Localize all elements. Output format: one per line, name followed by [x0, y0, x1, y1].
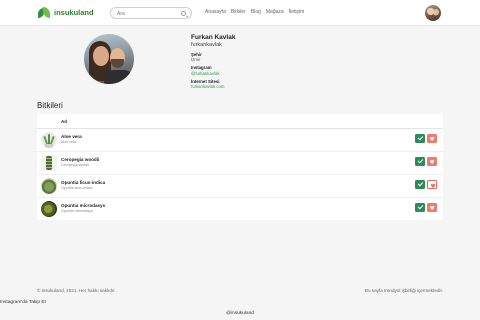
profile-photo	[84, 34, 134, 84]
instagram-handle[interactable]: @insukuland	[0, 311, 480, 316]
search-box	[110, 7, 192, 19]
plant-name[interactable]: Opuntia microdasys	[61, 203, 105, 208]
footer-note: Bu sayfa trendyol işbirliği içermektedir…	[364, 288, 443, 293]
main-nav: Anasayfa Bitkiler Blog Mağaza İletişim	[205, 9, 304, 15]
owned-check-button[interactable]	[415, 180, 425, 189]
plant-thumbnail	[41, 132, 57, 148]
heart-icon	[430, 206, 434, 210]
owned-check-button[interactable]	[415, 157, 425, 166]
brand-logo[interactable]: insukuland	[37, 6, 94, 19]
plants-section-title: Bitkileri	[37, 101, 63, 110]
favorite-button[interactable]	[427, 157, 437, 166]
favorite-button[interactable]	[427, 203, 437, 212]
footer-copyright: © insukuland, 2021. Her hakkı saklıdır.	[37, 288, 116, 293]
table-row[interactable]: Opuntia ficus-indica Opuntia ficus-indic…	[37, 175, 443, 198]
instagram-follow-link[interactable]: Instagram'da Takip Et	[0, 300, 46, 305]
heart-icon	[430, 137, 434, 141]
table-row[interactable]: Opuntia microdasys Opuntia microdasys	[37, 198, 443, 221]
heart-icon	[431, 184, 435, 188]
plant-scientific-name: Ceropegia woodii	[61, 163, 89, 167]
plants-table: Ad Aloe vera Aloe vera Ceropegia woodii …	[37, 114, 443, 220]
plant-scientific-name: Opuntia microdasys	[61, 209, 93, 213]
website-link[interactable]: furkankavlak.com	[191, 84, 235, 90]
plant-name[interactable]: Aloe vera	[61, 134, 82, 139]
nav-blog[interactable]: Blog	[251, 9, 261, 15]
brand-name: insukuland	[54, 8, 94, 17]
nav-store[interactable]: Mağaza	[266, 9, 284, 15]
search-input[interactable]	[117, 9, 181, 18]
owned-check-button[interactable]	[415, 134, 425, 143]
favorite-button[interactable]	[427, 134, 437, 143]
favorite-button[interactable]	[427, 180, 437, 189]
plant-thumbnail	[41, 155, 57, 171]
heart-icon	[430, 160, 434, 164]
profile-username: furkankavlak	[191, 42, 222, 48]
search-icon[interactable]	[181, 10, 186, 16]
profile-info: Furkan Kavlak furkankavlak Şehir İzmir I…	[191, 34, 235, 90]
nav-home[interactable]: Anasayfa	[205, 9, 226, 15]
plant-name[interactable]: Opuntia ficus-indica	[61, 180, 105, 185]
plant-thumbnail	[41, 178, 57, 194]
nav-contact[interactable]: İletişim	[289, 9, 305, 15]
plant-scientific-name: Opuntia ficus-indica	[61, 186, 93, 190]
profile-name: Furkan Kavlak	[191, 34, 236, 41]
owned-check-button[interactable]	[415, 203, 425, 212]
plant-logo-icon	[37, 6, 51, 19]
plant-scientific-name: Aloe vera	[61, 140, 77, 144]
nav-plants[interactable]: Bitkiler	[231, 9, 246, 15]
table-row[interactable]: Aloe vera Aloe vera	[37, 129, 443, 152]
city-value: İzmir	[191, 57, 201, 62]
table-row[interactable]: Ceropegia woodii Ceropegia woodii	[37, 152, 443, 175]
top-navbar: insukuland Anasayfa Bitkiler Blog Mağaza…	[0, 0, 480, 26]
plant-thumbnail	[41, 201, 57, 217]
column-header-name: Ad	[61, 119, 67, 124]
instagram-link[interactable]: @furkankavlak	[191, 71, 235, 77]
user-avatar[interactable]	[425, 5, 441, 21]
plant-name[interactable]: Ceropegia woodii	[61, 157, 99, 162]
